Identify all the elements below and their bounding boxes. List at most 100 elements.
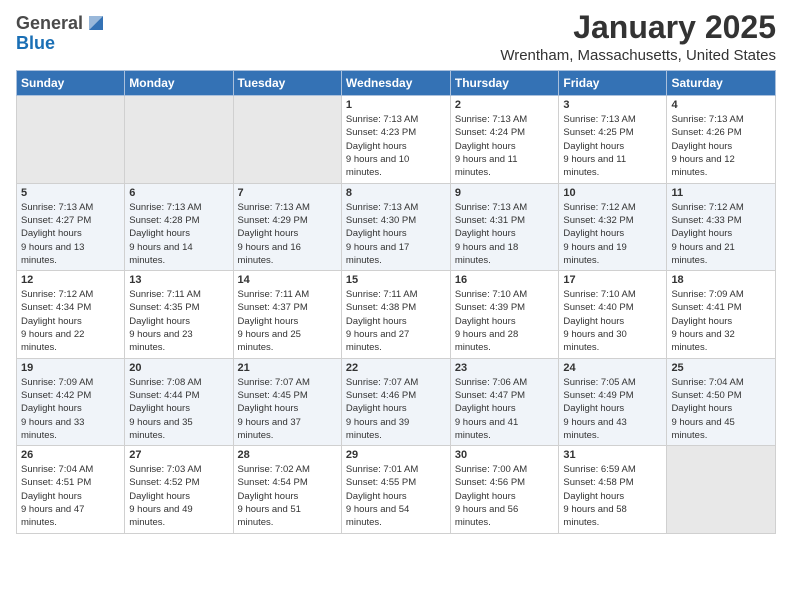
day-info: Sunrise: 7:13 AMSunset: 4:24 PMDaylight … (455, 113, 555, 179)
day-number: 27 (129, 449, 228, 461)
day-number: 17 (563, 274, 662, 286)
day-number: 22 (346, 362, 446, 374)
calendar-cell: 17 Sunrise: 7:10 AMSunset: 4:40 PMDayligh… (559, 271, 667, 358)
day-number: 5 (21, 187, 120, 199)
day-header-sunday: Sunday (17, 71, 125, 96)
day-number: 1 (346, 99, 446, 111)
calendar-cell: 20 Sunrise: 7:08 AMSunset: 4:44 PMDayligh… (125, 358, 233, 445)
logo: General Blue (16, 14, 107, 54)
calendar-cell: 8Sunrise: 7:13 AMSunset: 4:30 PMDaylight… (341, 183, 450, 270)
day-info: Sunrise: 7:11 AMSunset: 4:38 PMDaylight … (346, 288, 446, 354)
day-info: Sunrise: 7:10 AMSunset: 4:40 PMDaylight … (563, 288, 662, 354)
day-number: 4 (671, 99, 771, 111)
day-info: Sunrise: 7:10 AMSunset: 4:39 PMDaylight … (455, 288, 555, 354)
calendar-cell: 16 Sunrise: 7:10 AMSunset: 4:39 PMDayligh… (450, 271, 559, 358)
calendar-cell: 6 Sunrise: 7:13 AMSunset: 4:28 PMDaylight… (125, 183, 233, 270)
day-info: Sunrise: 7:08 AMSunset: 4:44 PMDaylight … (129, 376, 228, 442)
calendar-cell: 31Sunrise: 6:59 AMSunset: 4:58 PMDayligh… (559, 446, 667, 533)
calendar-cell (125, 96, 233, 183)
logo-general-text: General (16, 14, 83, 34)
day-info: Sunrise: 7:13 AMSunset: 4:31 PMDaylight … (455, 201, 555, 267)
day-number: 31 (563, 449, 662, 461)
day-info: Sunrise: 7:06 AMSunset: 4:47 PMDaylight … (455, 376, 555, 442)
day-number: 11 (671, 187, 771, 199)
calendar-cell: 25 Sunrise: 7:04 AMSunset: 4:50 PMDayligh… (667, 358, 776, 445)
day-info: Sunrise: 7:00 AMSunset: 4:56 PMDaylight … (455, 463, 555, 529)
week-row-2: 5 Sunrise: 7:13 AMSunset: 4:27 PMDaylight… (17, 183, 776, 270)
day-header-monday: Monday (125, 71, 233, 96)
calendar-cell: 7Sunrise: 7:13 AMSunset: 4:29 PMDaylight… (233, 183, 341, 270)
day-number: 23 (455, 362, 555, 374)
day-info: Sunrise: 7:13 AMSunset: 4:26 PMDaylight … (671, 113, 771, 179)
day-info: Sunrise: 7:05 AMSunset: 4:49 PMDaylight … (563, 376, 662, 442)
title-block: January 2025 Wrentham, Massachusetts, Un… (500, 10, 776, 64)
calendar: SundayMondayTuesdayWednesdayThursdayFrid… (16, 70, 776, 533)
calendar-cell: 3Sunrise: 7:13 AMSunset: 4:25 PMDaylight… (559, 96, 667, 183)
day-number: 6 (129, 187, 228, 199)
day-info: Sunrise: 7:11 AMSunset: 4:35 PMDaylight … (129, 288, 228, 354)
day-number: 28 (238, 449, 337, 461)
calendar-cell: 2Sunrise: 7:13 AMSunset: 4:24 PMDaylight… (450, 96, 559, 183)
calendar-cell: 29Sunrise: 7:01 AMSunset: 4:55 PMDayligh… (341, 446, 450, 533)
day-info: Sunrise: 7:09 AMSunset: 4:42 PMDaylight … (21, 376, 120, 442)
calendar-cell (233, 96, 341, 183)
day-number: 18 (671, 274, 771, 286)
day-number: 24 (563, 362, 662, 374)
calendar-cell: 15Sunrise: 7:11 AMSunset: 4:38 PMDayligh… (341, 271, 450, 358)
calendar-cell: 30Sunrise: 7:00 AMSunset: 4:56 PMDayligh… (450, 446, 559, 533)
day-info: Sunrise: 7:11 AMSunset: 4:37 PMDaylight … (238, 288, 337, 354)
calendar-cell (667, 446, 776, 533)
header: General Blue January 2025 Wrentham, Mass… (16, 10, 776, 64)
calendar-cell: 22 Sunrise: 7:07 AMSunset: 4:46 PMDayligh… (341, 358, 450, 445)
logo-icon (85, 12, 107, 34)
day-info: Sunrise: 7:13 AMSunset: 4:27 PMDaylight … (21, 201, 120, 267)
week-row-3: 12Sunrise: 7:12 AMSunset: 4:34 PMDayligh… (17, 271, 776, 358)
calendar-cell: 24 Sunrise: 7:05 AMSunset: 4:49 PMDayligh… (559, 358, 667, 445)
day-header-tuesday: Tuesday (233, 71, 341, 96)
day-header-friday: Friday (559, 71, 667, 96)
month-title: January 2025 (500, 10, 776, 45)
day-header-thursday: Thursday (450, 71, 559, 96)
day-info: Sunrise: 7:12 AMSunset: 4:34 PMDaylight … (21, 288, 120, 354)
day-info: Sunrise: 7:07 AMSunset: 4:45 PMDaylight … (238, 376, 337, 442)
day-number: 20 (129, 362, 228, 374)
week-row-1: 1Sunrise: 7:13 AMSunset: 4:23 PMDaylight… (17, 96, 776, 183)
week-row-5: 26 Sunrise: 7:04 AMSunset: 4:51 PMDayligh… (17, 446, 776, 533)
day-info: Sunrise: 7:04 AMSunset: 4:51 PMDaylight … (21, 463, 120, 529)
calendar-cell: 21 Sunrise: 7:07 AMSunset: 4:45 PMDayligh… (233, 358, 341, 445)
calendar-cell: 26 Sunrise: 7:04 AMSunset: 4:51 PMDayligh… (17, 446, 125, 533)
day-info: Sunrise: 7:04 AMSunset: 4:50 PMDaylight … (671, 376, 771, 442)
calendar-cell: 23 Sunrise: 7:06 AMSunset: 4:47 PMDayligh… (450, 358, 559, 445)
calendar-cell: 12Sunrise: 7:12 AMSunset: 4:34 PMDayligh… (17, 271, 125, 358)
calendar-cell: 10 Sunrise: 7:12 AMSunset: 4:32 PMDayligh… (559, 183, 667, 270)
day-number: 3 (563, 99, 662, 111)
calendar-cell: 9 Sunrise: 7:13 AMSunset: 4:31 PMDaylight… (450, 183, 559, 270)
day-number: 26 (21, 449, 120, 461)
day-info: Sunrise: 7:13 AMSunset: 4:28 PMDaylight … (129, 201, 228, 267)
location-title: Wrentham, Massachusetts, United States (500, 47, 776, 64)
day-info: Sunrise: 7:13 AMSunset: 4:30 PMDaylight … (346, 201, 446, 267)
day-info: Sunrise: 7:12 AMSunset: 4:33 PMDaylight … (671, 201, 771, 267)
day-number: 7 (238, 187, 337, 199)
day-number: 14 (238, 274, 337, 286)
day-number: 16 (455, 274, 555, 286)
week-row-4: 19 Sunrise: 7:09 AMSunset: 4:42 PMDayligh… (17, 358, 776, 445)
calendar-cell: 27Sunrise: 7:03 AMSunset: 4:52 PMDayligh… (125, 446, 233, 533)
day-number: 10 (563, 187, 662, 199)
day-info: Sunrise: 7:02 AMSunset: 4:54 PMDaylight … (238, 463, 337, 529)
day-number: 29 (346, 449, 446, 461)
page: General Blue January 2025 Wrentham, Mass… (0, 0, 792, 612)
day-info: Sunrise: 7:09 AMSunset: 4:41 PMDaylight … (671, 288, 771, 354)
day-info: Sunrise: 7:12 AMSunset: 4:32 PMDaylight … (563, 201, 662, 267)
calendar-cell: 14 Sunrise: 7:11 AMSunset: 4:37 PMDayligh… (233, 271, 341, 358)
calendar-cell: 4 Sunrise: 7:13 AMSunset: 4:26 PMDaylight… (667, 96, 776, 183)
calendar-cell: 5 Sunrise: 7:13 AMSunset: 4:27 PMDaylight… (17, 183, 125, 270)
day-number: 19 (21, 362, 120, 374)
calendar-cell: 13 Sunrise: 7:11 AMSunset: 4:35 PMDayligh… (125, 271, 233, 358)
day-number: 21 (238, 362, 337, 374)
day-info: Sunrise: 7:07 AMSunset: 4:46 PMDaylight … (346, 376, 446, 442)
day-number: 9 (455, 187, 555, 199)
calendar-cell (17, 96, 125, 183)
day-number: 13 (129, 274, 228, 286)
day-number: 25 (671, 362, 771, 374)
